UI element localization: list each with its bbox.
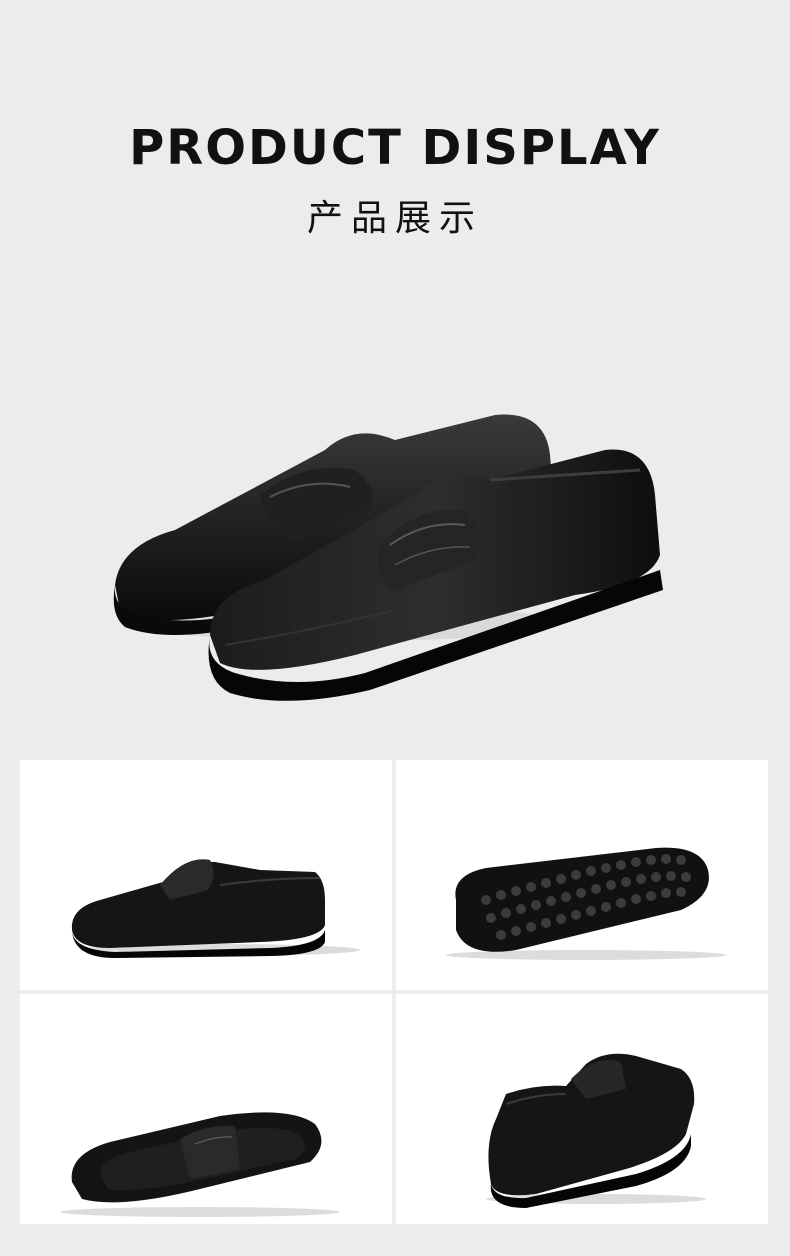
rear-view-image [396, 994, 768, 1224]
hero-shoe-image [95, 395, 695, 705]
page-header: PRODUCT DISPLAY 产品展示 [0, 0, 790, 300]
page-title: PRODUCT DISPLAY [129, 120, 661, 176]
sole-view-image [396, 760, 768, 990]
product-image-grid [20, 760, 770, 1226]
top-view-image [20, 994, 392, 1224]
page-subtitle: 产品展示 [306, 198, 483, 239]
side-view-image [20, 760, 392, 990]
